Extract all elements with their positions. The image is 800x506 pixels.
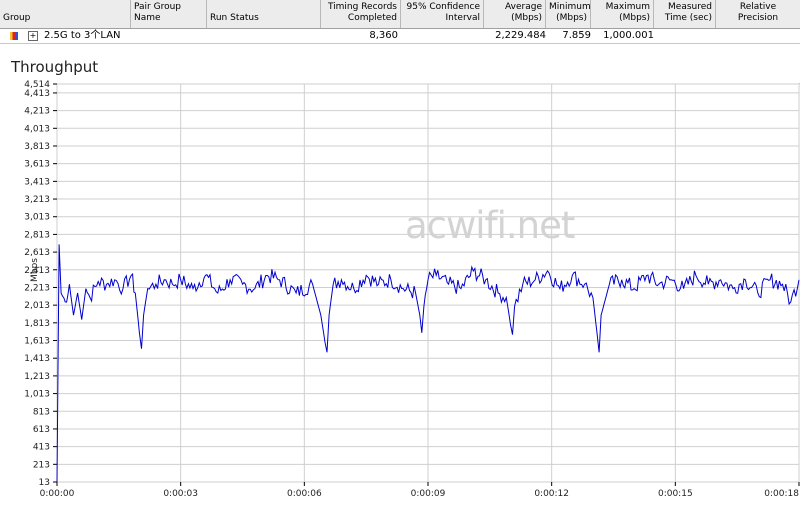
x-tick-label: 0:00:09 [411, 489, 446, 499]
y-tick-label: 1,613 [24, 337, 50, 347]
x-tick-label: 0:00:00 [40, 489, 75, 499]
x-axis-ticks: 0:00:00 0:00:03 0:00:06 0:00:09 0:00:12 0:00:… [40, 482, 800, 499]
y-tick-label: 1,213 [24, 372, 50, 382]
y-tick-label: 4,213 [24, 107, 50, 117]
y-tick-label: 413 [33, 443, 50, 453]
y-tick-label: 1,813 [24, 319, 50, 329]
y-tick-label: 2,813 [24, 230, 50, 240]
y-tick-label: 1,013 [24, 390, 50, 400]
x-tick-label: 0:00:06 [287, 489, 322, 499]
y-tick-label: 213 [33, 460, 50, 470]
y-tick-label: 3,813 [24, 142, 50, 152]
x-tick-label: 0:00:12 [534, 489, 569, 499]
y-tick-label: 3,213 [24, 195, 50, 205]
x-tick-label: 0:00:18 [764, 489, 799, 499]
y-axis-ticks: 4,5144,4134,2134,0133,8133,6133,4133,213… [24, 80, 57, 488]
x-tick-label: 0:00:03 [163, 489, 198, 499]
y-tick-label: 3,413 [24, 177, 50, 187]
x-tick-label: 0:00:15 [658, 489, 693, 499]
y-tick-label: 2,013 [24, 301, 50, 311]
y-tick-label: 2,213 [24, 283, 50, 293]
throughput-chart: 4,5144,4134,2134,0133,8133,6133,4133,213… [24, 80, 800, 499]
y-tick-label: 2,613 [24, 248, 50, 258]
y-axis-label: Mbps [30, 258, 40, 282]
y-tick-label: 1,413 [24, 354, 50, 364]
y-tick-label: 813 [33, 407, 50, 417]
y-tick-label: 4,413 [24, 89, 50, 99]
y-tick-label: 13 [39, 478, 50, 488]
y-tick-label: 613 [33, 425, 50, 435]
y-tick-label: 3,013 [24, 213, 50, 223]
watermark-text: acwifi.net [405, 204, 575, 247]
y-tick-label: 3,613 [24, 160, 50, 170]
y-tick-label: 4,013 [24, 124, 50, 134]
